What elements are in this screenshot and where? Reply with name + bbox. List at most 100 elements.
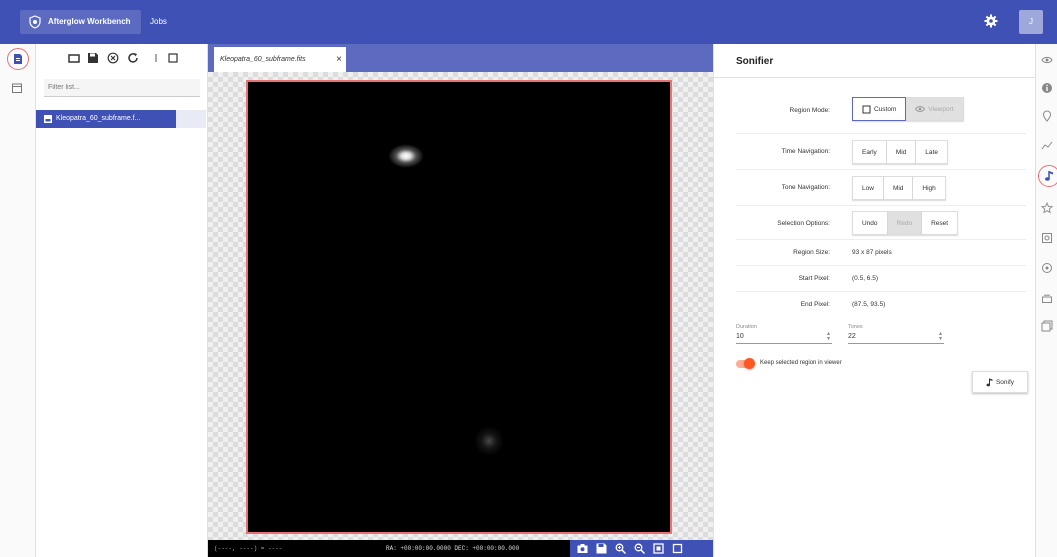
faint-star (474, 426, 504, 456)
refresh-icon[interactable] (127, 52, 139, 64)
time-navigation-group: Early Mid Late (852, 140, 948, 164)
music-note-icon (986, 378, 993, 386)
sonifier-header: Sonifier (714, 44, 1036, 78)
music-note-icon (1045, 171, 1053, 181)
zoom-in-icon[interactable] (615, 543, 626, 554)
tones-stepper[interactable]: ▴ ▾ (937, 331, 944, 342)
fits-image[interactable] (246, 80, 672, 534)
end-pixel-value: (87.5, 93.5) (852, 301, 886, 308)
toggle-knob (744, 358, 755, 369)
region-size-label: Region Size: (793, 249, 830, 256)
start-pixel-value: (0.5, 6.5) (852, 275, 879, 282)
end-pixel-row: End Pixel: (87.5, 93.5) (736, 292, 1026, 318)
redo-button[interactable]: Redo (887, 211, 923, 235)
bright-star (388, 144, 424, 168)
viewer-tab-bar: Kleopatra_60_subframe.fits × (208, 44, 713, 72)
duration-input[interactable]: 10 ▴ ▾ (736, 330, 832, 344)
stacking-icon[interactable] (1041, 292, 1053, 304)
app-title-text: Afterglow Workbench (48, 17, 131, 26)
viewer-tab[interactable]: Kleopatra_60_subframe.fits × (214, 47, 346, 72)
pixel-coords: (----, ----) = ---- (214, 545, 283, 552)
keep-region-toggle[interactable] (736, 358, 755, 369)
viewer-toolbar (570, 540, 713, 557)
eye-icon (915, 106, 926, 112)
file-list-item[interactable]: Kleopatra_60_subframe.f... (36, 110, 176, 128)
viewer-canvas[interactable] (208, 72, 713, 540)
tone-navigation-row: Tone Navigation: Low Mid High (736, 170, 1026, 206)
file-manager-button[interactable] (7, 48, 29, 70)
selection-options-label: Selection Options: (777, 220, 830, 227)
calendar-icon (12, 83, 22, 93)
file-item-actions[interactable] (176, 110, 206, 128)
tone-low-button[interactable]: Low (852, 176, 884, 200)
crop-square-icon (862, 105, 871, 113)
tone-mid-button[interactable]: Mid (883, 176, 914, 200)
sonifier-tool-button[interactable] (1038, 165, 1057, 187)
region-mode-custom-button[interactable]: Custom (852, 97, 907, 121)
time-mid-button[interactable]: Mid (886, 140, 917, 164)
afterglow-logo-icon (29, 15, 41, 29)
tones-input[interactable]: 22 ▴ ▾ (848, 330, 944, 344)
filter-list-input[interactable] (44, 79, 200, 97)
tones-field: Tones 22 ▴ ▾ (848, 324, 944, 344)
reset-button[interactable]: Reset (922, 211, 959, 235)
jobs-link[interactable]: Jobs (150, 10, 167, 34)
time-navigation-row: Time Navigation: Early Mid Late (736, 134, 1026, 170)
select-all-icon[interactable] (167, 52, 179, 64)
plotter-icon[interactable] (1041, 140, 1053, 152)
tone-high-button[interactable]: High (913, 176, 946, 200)
time-navigation-label: Time Navigation: (781, 148, 830, 155)
display-settings-icon[interactable] (1041, 54, 1053, 66)
image-file-icon (44, 115, 52, 123)
gear-icon[interactable] (984, 14, 998, 28)
close-circle-icon[interactable] (107, 52, 119, 64)
viewer-status-bar: (----, ----) = ---- RA: +00:00:00.0000 D… (208, 540, 713, 557)
zoom-to-fit-icon[interactable] (653, 543, 664, 554)
photometry-icon[interactable] (1041, 232, 1053, 244)
region-size-value: 93 x 87 pixels (852, 249, 892, 256)
selection-options-group: Undo Redo Reset (852, 211, 959, 235)
left-tool-rail (0, 44, 36, 557)
file-toolbar (36, 44, 208, 74)
region-mode-viewport-button[interactable]: Viewport (906, 97, 964, 121)
ra-dec-readout: RA: +00:00:00.0000 DEC: +00:00:00.000 (386, 545, 520, 552)
region-mode-toggle: Custom Viewport (852, 97, 964, 121)
undo-button[interactable]: Undo (852, 211, 888, 235)
close-icon[interactable]: × (336, 47, 342, 72)
star-icon[interactable] (1041, 202, 1053, 214)
marker-icon[interactable] (1041, 110, 1053, 122)
more-vertical-icon[interactable] (150, 52, 162, 64)
time-early-button[interactable]: Early (852, 140, 887, 164)
file-item-label: Kleopatra_60_subframe.f... (56, 115, 141, 122)
jobs-panel-button[interactable] (7, 78, 29, 100)
tone-navigation-label: Tone Navigation: (781, 184, 830, 191)
time-late-button[interactable]: Late (916, 140, 948, 164)
zoom-out-icon[interactable] (634, 543, 645, 554)
camera-icon[interactable] (577, 543, 588, 554)
open-folder-icon[interactable] (68, 52, 80, 64)
viewer-tab-label: Kleopatra_60_subframe.fits (220, 56, 306, 63)
start-pixel-label: Start Pixel: (798, 275, 830, 282)
region-mode-row: Region Mode: Custom Viewport (736, 90, 1026, 134)
keep-region-label: Keep selected region in viewer (760, 360, 842, 366)
top-bar: Afterglow Workbench Jobs J (0, 0, 1057, 44)
target-icon[interactable] (1041, 262, 1053, 274)
image-stack-icon[interactable] (1041, 320, 1053, 332)
fullscreen-icon[interactable] (672, 543, 683, 554)
save-image-icon[interactable] (596, 543, 607, 554)
region-size-row: Region Size: 93 x 87 pixels (736, 240, 1026, 266)
end-pixel-label: End Pixel: (800, 301, 830, 308)
start-pixel-row: Start Pixel: (0.5, 6.5) (736, 266, 1026, 292)
file-icon (14, 54, 22, 64)
duration-stepper[interactable]: ▴ ▾ (825, 331, 832, 342)
tone-navigation-group: Low Mid High (852, 176, 946, 200)
selection-options-row: Selection Options: Undo Redo Reset (736, 206, 1026, 240)
sonifier-panel: Sonifier Region Mode: Custom Viewport Ti… (713, 44, 1036, 557)
panel-title: Sonifier (736, 56, 774, 67)
sonify-button[interactable]: Sonify (972, 371, 1028, 393)
user-avatar[interactable]: J (1019, 10, 1043, 34)
app-title-button[interactable]: Afterglow Workbench (20, 10, 141, 34)
save-icon[interactable] (87, 52, 99, 64)
info-icon[interactable] (1041, 82, 1053, 94)
duration-field: Duration 10 ▴ ▾ (736, 324, 832, 344)
